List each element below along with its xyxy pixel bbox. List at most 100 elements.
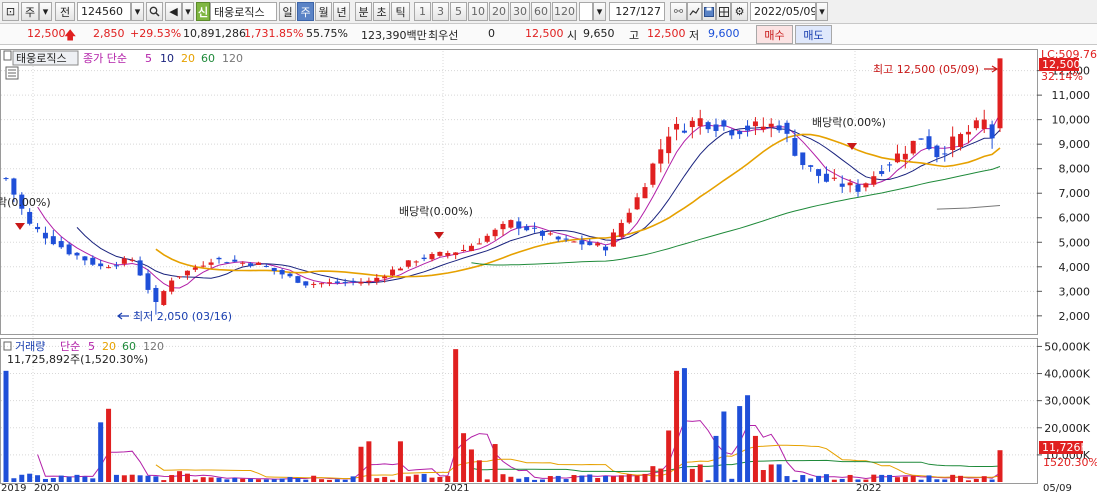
price-change-pct: +29.53% [130, 27, 182, 40]
candle-body [973, 120, 979, 129]
candle-body [981, 119, 987, 129]
period-tick-label: 틱 [395, 5, 406, 19]
candle-body [295, 276, 301, 283]
volume-bar [894, 477, 900, 482]
candle-body [926, 136, 932, 150]
gear-icon[interactable]: ⚙ [731, 2, 748, 21]
code-dropdown-icon[interactable]: ▾ [131, 2, 144, 21]
market-select[interactable]: 주 [21, 2, 39, 21]
volume-bar [137, 475, 143, 482]
volume-pct: 1,731.85% [244, 27, 304, 40]
buy-button[interactable]: 매수 [756, 25, 793, 44]
volume-bar [98, 422, 104, 482]
prev-label: 전 [59, 5, 71, 19]
x-axis-label: 2019 [1, 483, 26, 492]
minute-option-label: 5 [455, 5, 462, 18]
candle-body [334, 281, 340, 283]
search-icon[interactable] [146, 2, 163, 21]
custom-period-dropdown-icon[interactable]: ▾ [593, 2, 606, 21]
volume-bar [334, 479, 340, 482]
candle-body [610, 232, 616, 247]
minute-option-120[interactable]: 120 [552, 2, 577, 21]
link-icon[interactable]: ⚯ [670, 2, 687, 21]
candle-body [871, 176, 877, 185]
period-tick[interactable]: 틱 [391, 2, 410, 21]
volume-bar [90, 478, 96, 482]
price-axis-label: 11,000 [1052, 89, 1091, 102]
candle-body [50, 236, 56, 245]
disk-icon[interactable] [702, 2, 716, 21]
volume-bar [169, 475, 175, 482]
volume-bar [831, 479, 837, 482]
price-axis-label: 5,000 [1059, 236, 1091, 249]
data-count-field[interactable]: 127/127 [609, 2, 665, 21]
volume-bar [66, 476, 72, 482]
high-price: 12,500 [647, 27, 686, 40]
candle-body [745, 125, 751, 131]
period-second[interactable]: 초 [373, 2, 390, 21]
minute-option-3[interactable]: 3 [432, 2, 449, 21]
minute-option-60[interactable]: 60 [531, 2, 551, 21]
volume-bar [216, 477, 222, 482]
volume-bar [603, 475, 609, 482]
minute-option-label: 1 [419, 5, 426, 18]
volume-bar [50, 478, 56, 482]
candle-body [27, 211, 33, 224]
candle-body [350, 280, 356, 282]
minute-option-30[interactable]: 30 [510, 2, 530, 21]
volume-bar [958, 475, 964, 482]
candle-body [342, 282, 348, 284]
volume-bar [642, 473, 648, 482]
speaker-dropdown-icon[interactable]: ▾ [182, 2, 194, 21]
candle-body [66, 244, 72, 255]
trend-icon[interactable] [687, 2, 702, 21]
candle-body [792, 138, 798, 156]
date-dropdown-icon[interactable]: ▾ [816, 2, 828, 21]
chart-canvas[interactable]: 2,000 3,000 4,000 5,000 6,000 7,000 8,000 9,000… [0, 45, 1097, 492]
period-year[interactable]: 년 [333, 2, 350, 21]
candle-body [989, 124, 995, 139]
speaker-icon[interactable]: ◀ [165, 2, 182, 21]
volume-bar [579, 475, 585, 482]
stock-code-input[interactable]: 124560 [77, 2, 131, 21]
stock-chart[interactable]: 2,000 3,000 4,000 5,000 6,000 7,000 8,000 9,000… [0, 45, 1097, 492]
sell-button[interactable]: 매도 [795, 25, 832, 44]
stock-name-field[interactable]: 태웅로직스 [210, 2, 277, 21]
minute-option-1[interactable]: 1 [414, 2, 431, 21]
volume-bar [721, 411, 727, 482]
period-minute[interactable]: 분 [355, 2, 372, 21]
minute-option-5[interactable]: 5 [450, 2, 467, 21]
candle-body [768, 123, 774, 127]
period-week[interactable]: 주 [297, 2, 314, 21]
volume-bar [950, 474, 956, 482]
prev-button[interactable]: 전 [55, 2, 75, 21]
volume-bar [934, 479, 940, 482]
candle-body [429, 254, 435, 260]
period-day[interactable]: 일 [279, 2, 296, 21]
minute-option-20[interactable]: 20 [489, 2, 509, 21]
candle-body [248, 263, 254, 267]
market-dropdown-icon[interactable]: ▾ [39, 2, 52, 21]
volume-bar [760, 470, 766, 482]
period-day-label: 일 [282, 5, 293, 19]
candle-body [831, 177, 837, 179]
candle-body [681, 130, 687, 133]
candle-body [216, 257, 222, 260]
period-month[interactable]: 월 [315, 2, 332, 21]
volume-bar [784, 476, 790, 482]
stock-tab-label: 태웅로직스 [16, 52, 67, 65]
custom-period-input[interactable] [579, 2, 593, 21]
candle-body [366, 280, 372, 283]
candle-body [397, 268, 403, 271]
volume-bar [27, 473, 33, 482]
volume-bar [390, 479, 396, 482]
window-menu-icon[interactable]: ⊡ [2, 2, 19, 21]
grid-icon[interactable] [716, 2, 731, 21]
volume-bar [3, 370, 9, 482]
volume-bar [255, 479, 261, 482]
date-input[interactable]: 2022/05/09 [750, 2, 816, 21]
volume-bar [745, 395, 751, 482]
candle-body [823, 173, 829, 182]
price-change: 2,850 [93, 27, 125, 40]
minute-option-10[interactable]: 10 [468, 2, 488, 21]
